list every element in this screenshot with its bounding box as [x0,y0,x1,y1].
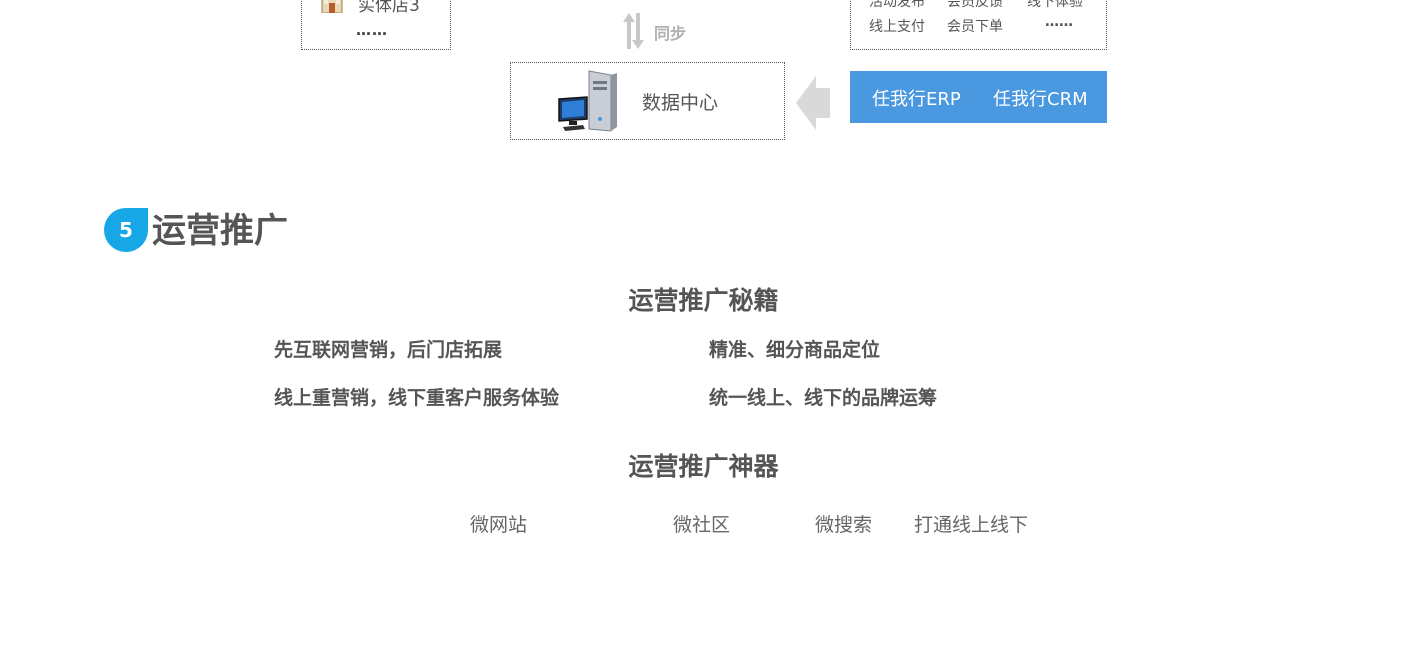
features-box: 活动发布 会员反馈 线下体验 线上支付 会员下单 …… [850,0,1107,50]
secret-item-3: 线上重营销，线下重客户服务体验 [274,387,560,409]
secret-item-4: 统一线上、线下的品牌运筹 [709,387,938,409]
feature-member-feedback: 会员反馈 [947,0,1003,10]
store-ellipsis: …… [356,21,388,39]
secret-item-1: 先互联网营销，后门店拓展 [274,339,503,361]
page: 实体店3 …… 同步 活动发布 会员反馈 线下体验 线上支付 会员下单 …… 数… [0,0,1407,658]
crm-label: 任我行CRM [993,89,1088,110]
data-center-box: 数据中心 [510,62,785,140]
tool-micro-community: 微社区 [673,514,731,536]
tool-micro-search: 微搜索 [815,514,873,536]
tools-heading: 运营推广神器 [628,452,779,481]
tool-micro-site: 微网站 [470,514,528,536]
sync-label: 同步 [654,24,687,43]
computer-icon [558,70,617,132]
feature-member-order: 会员下单 [947,19,1003,35]
store-icon [321,0,343,13]
store-box: 实体店3 …… [301,0,451,50]
feature-activity-publish: 活动发布 [869,0,925,10]
feature-offline-experience: 线下体验 [1027,0,1083,10]
data-center-label: 数据中心 [642,92,719,114]
secret-item-2: 精准、细分商品定位 [709,339,881,361]
secrets-heading: 运营推广秘籍 [628,286,779,315]
section-title: 运营推广 [152,211,288,251]
tool-online-offline: 打通线上线下 [914,514,1029,536]
feature-ellipsis: …… [1045,14,1073,30]
left-arrow-icon [796,76,830,130]
feature-online-payment: 线上支付 [869,19,925,35]
sync-arrows-icon [623,13,644,49]
section-number-badge: 5 [104,208,148,252]
erp-crm-panel: 任我行ERP 任我行CRM [850,71,1107,123]
erp-label: 任我行ERP [872,89,961,110]
store-label: 实体店3 [358,0,420,16]
